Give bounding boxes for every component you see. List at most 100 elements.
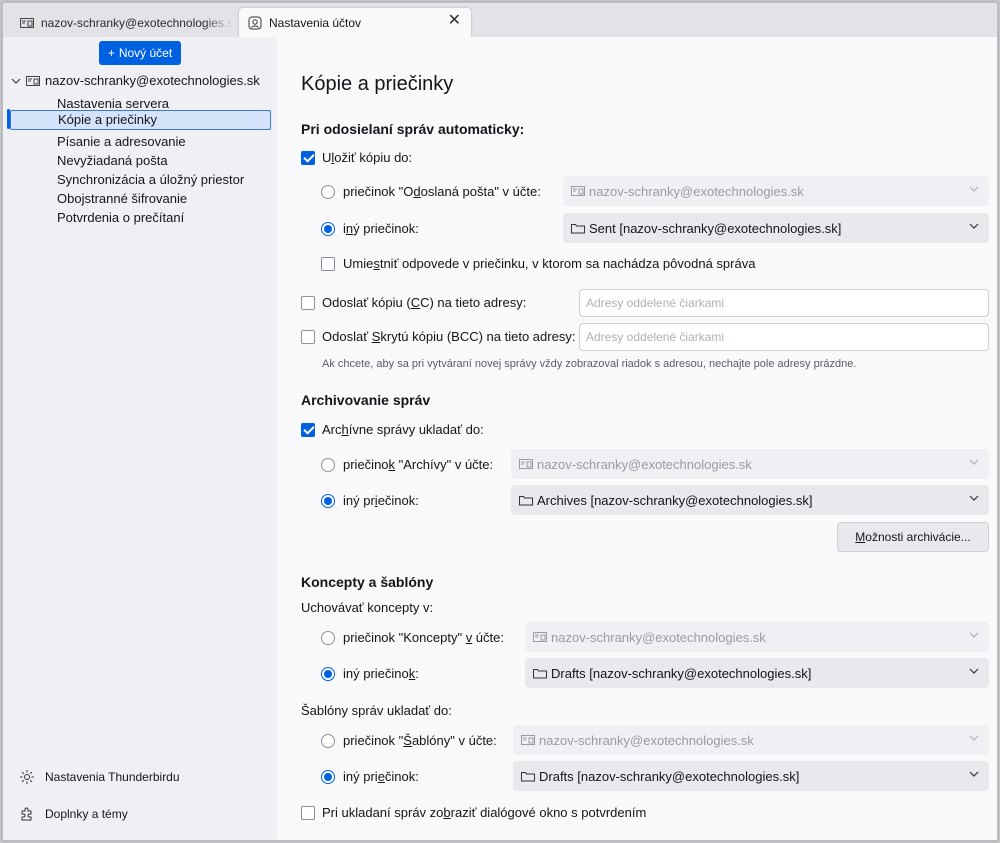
main-panel: Kópie a priečinky Pri odosielaní správ a… <box>277 37 997 840</box>
other-drafts-folder-label[interactable]: iný priečinok: <box>343 666 419 681</box>
other-sent-folder-radio[interactable] <box>321 222 335 236</box>
other-archive-folder-radio[interactable] <box>321 494 335 508</box>
archive-folder-value: Archives [nazov-schranky@exotechnologies… <box>537 492 813 508</box>
archives-folder-radio[interactable] <box>321 458 335 472</box>
chevron-down-icon[interactable] <box>11 76 21 86</box>
sidebar-item-e2e[interactable]: Obojstranné šifrovanie <box>57 189 187 208</box>
mailbox-icon <box>20 17 34 28</box>
mailbox-icon <box>571 186 585 196</box>
templates-label: Šablóny správ ukladať do: <box>301 703 452 718</box>
tab-mailbox[interactable]: nazov-schranky@exotechnologies.sk <box>11 10 233 35</box>
drafts-account-select[interactable]: nazov-schranky@exotechnologies.sk <box>525 622 989 652</box>
chevron-down-icon <box>969 632 979 638</box>
account-settings-icon <box>248 16 262 29</box>
tab-label: nazov-schranky@exotechnologies.sk <box>41 15 233 30</box>
templates-folder-select[interactable]: Drafts [nazov-schranky@exotechnologies.s… <box>513 761 989 791</box>
sent-folder-radio[interactable] <box>321 185 335 199</box>
sending-heading: Pri odosielaní správ automaticky: <box>301 121 525 137</box>
drafts-heading: Koncepty a šablóny <box>301 574 434 590</box>
bcc-label[interactable]: Odoslať Skrytú kópiu (BCC) na tieto adre… <box>322 329 575 344</box>
archive-options-button[interactable]: Možnosti archivácie... <box>837 522 989 552</box>
gear-icon <box>20 770 34 784</box>
sidebar-item-receipts[interactable]: Potvrdenia o prečítaní <box>57 208 184 227</box>
folder-icon <box>571 224 585 234</box>
address-hint: Ak chcete, aby sa pri vytváraní novej sp… <box>322 358 857 370</box>
sent-folder-select[interactable]: Sent [nazov-schranky@exotechnologies.sk] <box>563 213 989 243</box>
save-copy-label[interactable]: Uložiť kópiu do: <box>322 150 412 165</box>
addons-themes-link[interactable]: Doplnky a témy <box>19 806 128 822</box>
archive-folder-select[interactable]: Archives [nazov-schranky@exotechnologies… <box>511 485 989 515</box>
new-account-label: Nový účet <box>118 46 173 60</box>
chevron-down-icon <box>969 459 979 465</box>
sidebar-item-composition[interactable]: Písanie a adresovanie <box>57 132 186 151</box>
chevron-down-icon <box>969 186 979 192</box>
chevron-down-icon <box>969 495 979 501</box>
sidebar-item-copies-folders[interactable]: Kópie a priečinky <box>10 110 271 130</box>
cc-input[interactable]: Adresy oddelené čiarkami <box>579 289 989 317</box>
sidebar-item-sync[interactable]: Synchronizácia a úložný priestor <box>57 170 244 189</box>
templates-folder-value: Drafts [nazov-schranky@exotechnologies.s… <box>539 768 800 784</box>
other-templates-folder-label[interactable]: iný priečinok: <box>343 769 419 784</box>
addons-themes-label: Doplnky a témy <box>45 807 128 821</box>
close-icon[interactable]: ✕ <box>448 13 461 29</box>
other-drafts-folder-radio[interactable] <box>321 667 335 681</box>
archive-checkbox[interactable] <box>301 423 315 437</box>
chevron-down-icon <box>969 223 979 229</box>
replies-in-folder-label[interactable]: Umiestniť odpovede v priečinku, v ktorom… <box>343 256 755 271</box>
window: nazov-schranky@exotechnologies.sk Nastav… <box>2 2 998 841</box>
drafts-account-value: nazov-schranky@exotechnologies.sk <box>551 629 766 645</box>
account-name: nazov-schranky@exotechnologies.sk <box>45 73 260 88</box>
confirm-save-checkbox[interactable] <box>301 806 315 820</box>
drafts-folder-value: Drafts [nazov-schranky@exotechnologies.s… <box>551 665 812 681</box>
sent-folder-value: Sent [nazov-schranky@exotechnologies.sk] <box>589 220 842 236</box>
templates-folder-label[interactable]: priečinok "Šablóny" v účte: <box>343 733 497 748</box>
tab-bar: nazov-schranky@exotechnologies.sk Nastav… <box>3 3 997 37</box>
templates-folder-radio[interactable] <box>321 734 335 748</box>
mailbox-icon <box>521 735 535 745</box>
bcc-checkbox[interactable] <box>301 330 315 344</box>
account-tree-item[interactable]: nazov-schranky@exotechnologies.sk <box>11 73 260 88</box>
folder-icon <box>533 669 547 679</box>
save-copy-checkbox[interactable] <box>301 151 315 165</box>
drafts-folder-label[interactable]: priečinok "Koncepty" v účte: <box>343 630 504 645</box>
other-templates-folder-radio[interactable] <box>321 770 335 784</box>
drafts-keep-label: Uchovávať koncepty v: <box>301 600 434 615</box>
puzzle-icon <box>21 807 32 821</box>
folder-icon <box>519 496 533 506</box>
archive-label[interactable]: Archívne správy ukladať do: <box>322 422 484 437</box>
page-title: Kópie a priečinky <box>301 73 454 95</box>
plus-icon: + <box>107 46 115 60</box>
templates-account-select[interactable]: nazov-schranky@exotechnologies.sk <box>513 725 989 755</box>
replies-in-folder-checkbox[interactable] <box>321 257 335 271</box>
chevron-down-icon <box>969 668 979 674</box>
thunderbird-settings-link[interactable]: Nastavenia Thunderbirdu <box>19 769 180 785</box>
mailbox-icon <box>533 632 547 642</box>
folder-icon <box>521 772 535 782</box>
other-archive-folder-label[interactable]: iný priečinok: <box>343 493 419 508</box>
sidebar-item-junk[interactable]: Nevyžiadaná pošta <box>57 151 168 170</box>
sent-account-value: nazov-schranky@exotechnologies.sk <box>589 183 804 199</box>
tab-label: Nastavenia účtov <box>269 15 362 30</box>
chevron-down-icon <box>969 771 979 777</box>
templates-account-value: nazov-schranky@exotechnologies.sk <box>539 732 754 748</box>
sent-account-select[interactable]: nazov-schranky@exotechnologies.sk <box>563 176 989 206</box>
mailbox-icon <box>26 75 40 86</box>
mailbox-icon <box>519 459 533 469</box>
chevron-down-icon <box>969 735 979 741</box>
thunderbird-settings-label: Nastavenia Thunderbirdu <box>45 770 180 784</box>
bcc-input[interactable]: Adresy oddelené čiarkami <box>579 323 989 351</box>
other-sent-folder-label[interactable]: iný priečinok: <box>343 221 419 236</box>
confirm-save-label[interactable]: Pri ukladaní správ zobraziť dialógové ok… <box>322 805 646 820</box>
archives-account-select[interactable]: nazov-schranky@exotechnologies.sk <box>511 449 989 479</box>
cc-checkbox[interactable] <box>301 296 315 310</box>
archives-folder-label[interactable]: priečinok "Archívy" v účte: <box>343 457 493 472</box>
sent-folder-label[interactable]: priečinok "Odoslaná pošta" v účte: <box>343 184 541 199</box>
archives-account-value: nazov-schranky@exotechnologies.sk <box>537 456 752 472</box>
cc-label[interactable]: Odoslať kópiu (CC) na tieto adresy: <box>322 295 526 310</box>
sidebar: + Nový účet nazov-schranky@exotechnologi… <box>3 37 277 840</box>
new-account-button[interactable]: + Nový účet <box>99 41 181 65</box>
drafts-folder-select[interactable]: Drafts [nazov-schranky@exotechnologies.s… <box>525 658 989 688</box>
archive-heading: Archivovanie správ <box>301 392 431 408</box>
tab-account-settings[interactable]: Nastavenia účtov ✕ <box>239 8 471 37</box>
drafts-folder-radio[interactable] <box>321 631 335 645</box>
